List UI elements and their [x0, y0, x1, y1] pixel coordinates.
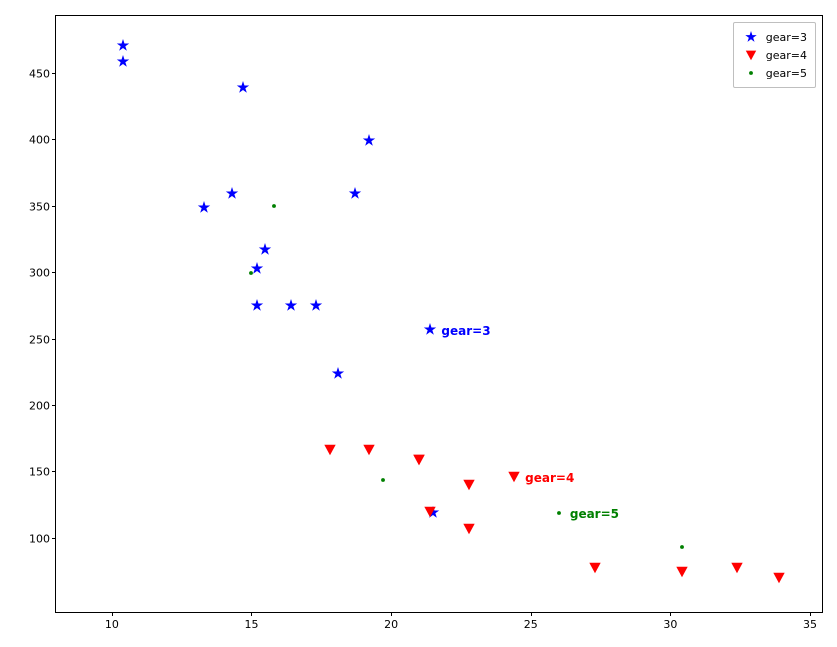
data-point	[424, 506, 436, 521]
data-point	[198, 201, 211, 217]
triangle-down-icon	[740, 48, 762, 62]
data-point	[463, 523, 475, 538]
data-point	[773, 572, 785, 587]
data-point	[225, 187, 238, 203]
y-tick-label: 200	[29, 400, 50, 413]
data-point	[284, 299, 297, 315]
data-point	[379, 476, 386, 487]
data-point	[731, 561, 743, 576]
dot-icon	[740, 66, 762, 80]
legend-entry: gear=3	[740, 28, 807, 46]
data-point	[117, 55, 130, 71]
x-tick-label: 20	[384, 618, 398, 631]
y-tick-label: 150	[29, 466, 50, 479]
data-point	[363, 443, 375, 458]
star-icon	[740, 30, 762, 44]
annotation: gear=4	[525, 471, 574, 485]
plot-area: gear=3gear=4gear=5 101520253035100150200…	[55, 15, 823, 613]
x-tick-label: 35	[803, 618, 817, 631]
legend-label: gear=3	[766, 31, 807, 44]
y-tick-label: 100	[29, 532, 50, 545]
data-point	[348, 187, 361, 203]
legend-entry: gear=4	[740, 46, 807, 64]
data-point	[259, 243, 272, 259]
x-tick-label: 15	[244, 618, 258, 631]
figure: gear=3 gear=4 gear=5 10 15 20 25 30 35 100 150 200…	[0, 0, 837, 647]
data-point	[270, 202, 277, 213]
x-tick-label: 10	[105, 618, 119, 631]
data-point	[309, 299, 322, 315]
data-point	[424, 323, 437, 339]
data-point	[251, 299, 264, 315]
annotation: gear=3	[441, 324, 490, 338]
legend-label: gear=5	[766, 67, 807, 80]
data-point	[555, 509, 562, 520]
x-tick-label: 25	[524, 618, 538, 631]
data-point	[117, 39, 130, 55]
data-point	[463, 479, 475, 494]
y-tick-label: 250	[29, 333, 50, 346]
data-point	[248, 268, 255, 279]
data-point	[237, 81, 250, 97]
data-point	[676, 565, 688, 580]
y-tick-label: 300	[29, 267, 50, 280]
data-point	[508, 471, 520, 486]
y-tick-label: 450	[29, 67, 50, 80]
data-point	[324, 443, 336, 458]
legend: gear=3 gear=4 gear=5	[733, 22, 816, 88]
data-point	[678, 542, 685, 553]
legend-entry: gear=5	[740, 64, 807, 82]
data-point	[413, 454, 425, 469]
y-tick-label: 400	[29, 134, 50, 147]
data-point	[362, 134, 375, 150]
legend-label: gear=4	[766, 49, 807, 62]
data-point	[589, 561, 601, 576]
y-tick-label: 350	[29, 200, 50, 213]
x-tick-label: 30	[663, 618, 677, 631]
annotation: gear=5	[570, 507, 619, 521]
data-point	[332, 367, 345, 383]
